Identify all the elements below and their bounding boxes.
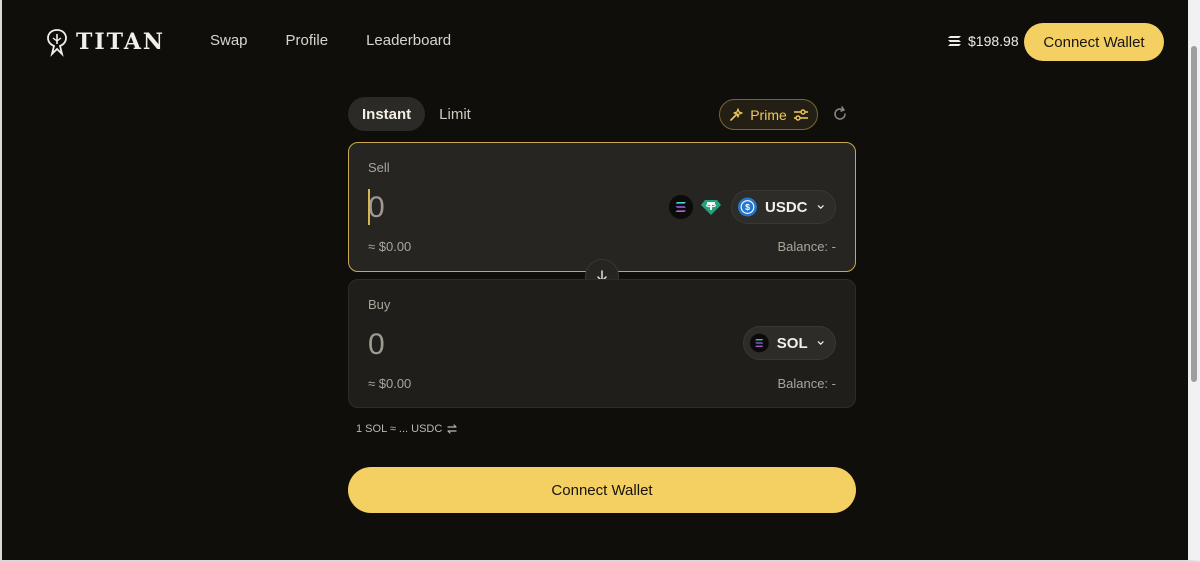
buy-card: Buy 0 SOL ≈ $0.00 Balance: - xyxy=(348,279,856,408)
scrollbar-thumb[interactable] xyxy=(1191,46,1197,382)
prime-label: Prime xyxy=(750,106,787,123)
usdc-icon: $ xyxy=(738,197,757,217)
svg-text:$: $ xyxy=(745,202,750,212)
connect-wallet-button[interactable]: Connect Wallet xyxy=(348,467,856,513)
sell-token-symbol: USDC xyxy=(764,198,808,216)
solana-icon xyxy=(948,36,961,46)
swap-arrows-icon xyxy=(447,424,457,434)
titan-logo[interactable]: TITAN xyxy=(44,27,165,57)
refresh-icon[interactable] xyxy=(830,104,850,124)
buy-balance: Balance: - xyxy=(777,376,836,391)
buy-token-symbol: SOL xyxy=(776,334,808,352)
buy-amount-input[interactable]: 0 xyxy=(368,326,648,364)
tether-icon xyxy=(701,200,721,215)
exchange-rate-text: 1 SOL ≈ ... USDC xyxy=(356,423,443,435)
sol-price-badge: $198.98 xyxy=(948,33,1019,49)
header-connect-wallet-button[interactable]: Connect Wallet xyxy=(1024,23,1164,61)
sell-card: Sell 0 $ USDC ≈ $0.00 Balance: - xyxy=(348,142,856,272)
sell-amount-input[interactable]: 0 xyxy=(368,189,648,227)
quick-token-sol[interactable] xyxy=(669,195,693,219)
sliders-icon xyxy=(793,108,808,121)
nav-leaderboard[interactable]: Leaderboard xyxy=(366,32,451,49)
solana-icon xyxy=(669,195,693,219)
text-caret xyxy=(368,189,370,225)
sell-balance: Balance: - xyxy=(777,239,836,254)
chevron-down-icon xyxy=(817,205,824,209)
titan-logo-icon xyxy=(47,29,67,57)
quick-token-usdt[interactable] xyxy=(699,195,723,219)
sell-usd-value: ≈ $0.00 xyxy=(368,239,412,254)
sparkle-icon xyxy=(730,107,743,121)
buy-usd-value: ≈ $0.00 xyxy=(368,376,412,391)
nav-profile[interactable]: Profile xyxy=(286,32,329,49)
tab-limit[interactable]: Limit xyxy=(425,97,485,131)
sol-price: $198.98 xyxy=(968,33,1019,49)
buy-label: Buy xyxy=(368,297,391,312)
chevron-down-icon xyxy=(817,341,824,345)
main-nav: Swap Profile Leaderboard xyxy=(210,32,489,49)
prime-settings-button[interactable]: Prime xyxy=(719,99,818,130)
mode-tabs: Instant Limit xyxy=(348,97,485,131)
app-window: TITAN Swap Profile Leaderboard $198.98 C… xyxy=(0,0,1200,562)
exchange-rate[interactable]: 1 SOL ≈ ... USDC xyxy=(356,423,458,435)
logo-text: TITAN xyxy=(76,29,166,55)
nav-swap[interactable]: Swap xyxy=(210,32,248,49)
sell-token-selector[interactable]: $ USDC xyxy=(731,190,836,224)
solana-icon xyxy=(750,333,769,353)
buy-token-selector[interactable]: SOL xyxy=(743,326,836,360)
top-header: TITAN Swap Profile Leaderboard $198.98 C… xyxy=(2,0,1188,84)
tab-instant[interactable]: Instant xyxy=(348,97,426,131)
sell-label: Sell xyxy=(368,160,390,175)
